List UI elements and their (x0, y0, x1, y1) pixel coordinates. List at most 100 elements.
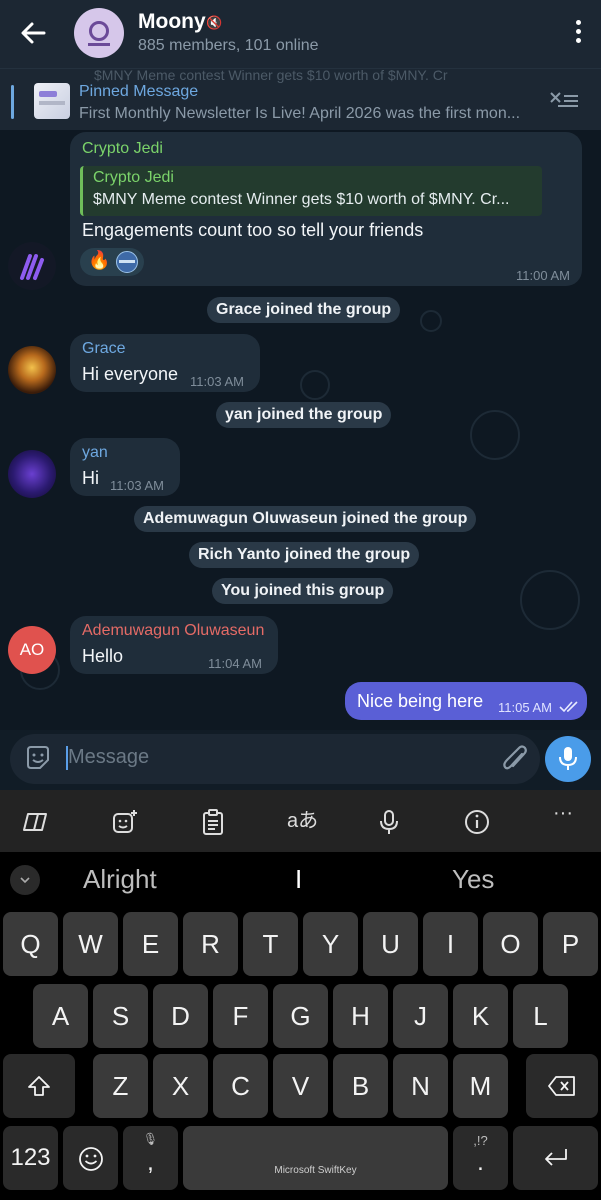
more-horizontal-icon[interactable]: ··· (553, 802, 581, 830)
info-icon[interactable] (463, 808, 491, 836)
reactions[interactable]: 🔥 (80, 248, 144, 276)
arrow-left-icon[interactable] (18, 18, 48, 48)
period-key[interactable]: ,!? . (453, 1126, 508, 1190)
group-title[interactable]: Moony (138, 10, 206, 34)
key-p[interactable]: P (543, 912, 598, 976)
shift-key[interactable] (3, 1054, 75, 1118)
key-i[interactable]: I (423, 912, 478, 976)
emoji-sparkle-icon[interactable] (111, 808, 139, 836)
key-w[interactable]: W (63, 912, 118, 976)
message-text: Hi everyone (82, 364, 179, 384)
muted-icon: 🔇 (206, 15, 223, 30)
message-text: Engagements count too so tell your frien… (82, 220, 424, 240)
key-u[interactable]: U (363, 912, 418, 976)
message-list[interactable]: Crypto Jedi Crypto Jedi $MNY Meme contes… (0, 130, 601, 730)
message-time: 11:00 AM (516, 268, 570, 283)
reply-text: $MNY Meme contest Winner gets $10 worth … (93, 191, 510, 208)
key-h[interactable]: H (333, 984, 388, 1048)
shift-icon (28, 1076, 50, 1096)
more-vertical-icon[interactable] (573, 20, 583, 46)
key-s[interactable]: S (93, 984, 148, 1048)
key-r[interactable]: R (183, 912, 238, 976)
emoji-key[interactable] (63, 1126, 118, 1190)
period-label: . (477, 1149, 484, 1176)
message-bubble[interactable]: Crypto Jedi Crypto Jedi $MNY Meme contes… (70, 132, 582, 286)
key-t[interactable]: T (243, 912, 298, 976)
pinned-ghost-text: $MNY Meme contest Winner gets $10 worth … (94, 67, 448, 83)
paperclip-icon[interactable] (500, 742, 530, 776)
pinned-text: First Monthly Newsletter Is Live! April … (79, 105, 521, 122)
key-e[interactable]: E (123, 912, 178, 976)
sticker-icon[interactable] (24, 744, 52, 772)
fire-reaction-icon[interactable]: 🔥 (88, 250, 110, 271)
key-g[interactable]: G (273, 984, 328, 1048)
translate-icon[interactable]: aあ (287, 804, 323, 832)
service-message: Rich Yanto joined the group (189, 542, 420, 568)
message-bubble[interactable]: Grace Hi everyone 11:03 AM (70, 334, 260, 392)
group-subtitle: 885 members, 101 online (138, 37, 319, 54)
enter-icon (545, 1149, 567, 1166)
comma-label: , (147, 1149, 154, 1176)
key-n[interactable]: N (393, 1054, 448, 1118)
avatar[interactable] (8, 450, 56, 498)
key-y[interactable]: Y (303, 912, 358, 976)
space-bar[interactable]: Microsoft SwiftKey (183, 1126, 448, 1190)
message-sender: Grace (82, 340, 126, 357)
message-bubble[interactable]: Ademuwagun Oluwaseun Hello 11:04 AM (70, 616, 278, 674)
composer: Message (0, 730, 601, 790)
group-avatar[interactable] (74, 8, 124, 58)
key-l[interactable]: L (513, 984, 568, 1048)
message-bubble[interactable]: yan Hi 11:03 AM (70, 438, 180, 496)
message-text: Nice being here (357, 691, 484, 711)
message-time: 11:04 AM (208, 656, 262, 671)
key-f[interactable]: F (213, 984, 268, 1048)
pinned-indicator (11, 85, 14, 119)
key-k[interactable]: K (453, 984, 508, 1048)
reply-sender: Crypto Jedi (93, 169, 174, 186)
message-sender: Ademuwagun Oluwaseun (82, 622, 265, 639)
microphone-icon[interactable] (375, 808, 403, 836)
microphone-icon: 🎙 (142, 1132, 159, 1146)
reply-preview[interactable]: Crypto Jedi $MNY Meme contest Winner get… (80, 166, 542, 216)
backspace-icon (548, 1076, 575, 1096)
chat-header: Moony 🔇 885 members, 101 online (0, 0, 601, 68)
suggestion-left[interactable]: Alright (83, 864, 157, 895)
suggestion-right[interactable]: Yes (452, 864, 494, 895)
key-v[interactable]: V (273, 1054, 328, 1118)
keyboard-toolbar: aあ ··· (0, 790, 601, 852)
message-sender: Crypto Jedi (82, 140, 163, 157)
key-c[interactable]: C (213, 1054, 268, 1118)
double-check-icon (559, 701, 578, 713)
copilot-icon[interactable] (22, 808, 50, 836)
microphone-icon (559, 747, 577, 770)
key-m[interactable]: M (453, 1054, 508, 1118)
numbers-key[interactable]: 123 (3, 1126, 58, 1190)
record-voice-button[interactable] (545, 736, 591, 782)
message-placeholder: Message (68, 746, 150, 768)
message-bubble-outgoing[interactable]: Nice being here 11:05 AM (345, 682, 587, 720)
pinned-label: Pinned Message (79, 83, 199, 100)
key-a[interactable]: A (33, 984, 88, 1048)
key-d[interactable]: D (153, 984, 208, 1048)
pinned-message-bar[interactable]: $MNY Meme contest Winner gets $10 worth … (0, 67, 601, 130)
chevron-down-icon[interactable] (10, 865, 40, 895)
key-q[interactable]: Q (3, 912, 58, 976)
suggestion-bar: Alright I Yes (0, 852, 601, 910)
avatar[interactable]: AO (8, 626, 56, 674)
key-o[interactable]: O (483, 912, 538, 976)
key-z[interactable]: Z (93, 1054, 148, 1118)
backspace-key[interactable] (526, 1054, 598, 1118)
key-x[interactable]: X (153, 1054, 208, 1118)
message-time: 11:03 AM (110, 478, 164, 493)
period-alt-label: ,!? (473, 1133, 488, 1148)
key-j[interactable]: J (393, 984, 448, 1048)
suggestion-middle[interactable]: I (295, 864, 302, 895)
enter-key[interactable] (513, 1126, 598, 1190)
message-time: 11:03 AM (190, 374, 244, 389)
avatar[interactable] (8, 346, 56, 394)
clipboard-icon[interactable] (199, 808, 227, 836)
pin-list-icon[interactable] (548, 90, 580, 112)
comma-key[interactable]: 🎙 , (123, 1126, 178, 1190)
avatar[interactable] (8, 242, 56, 290)
key-b[interactable]: B (333, 1054, 388, 1118)
